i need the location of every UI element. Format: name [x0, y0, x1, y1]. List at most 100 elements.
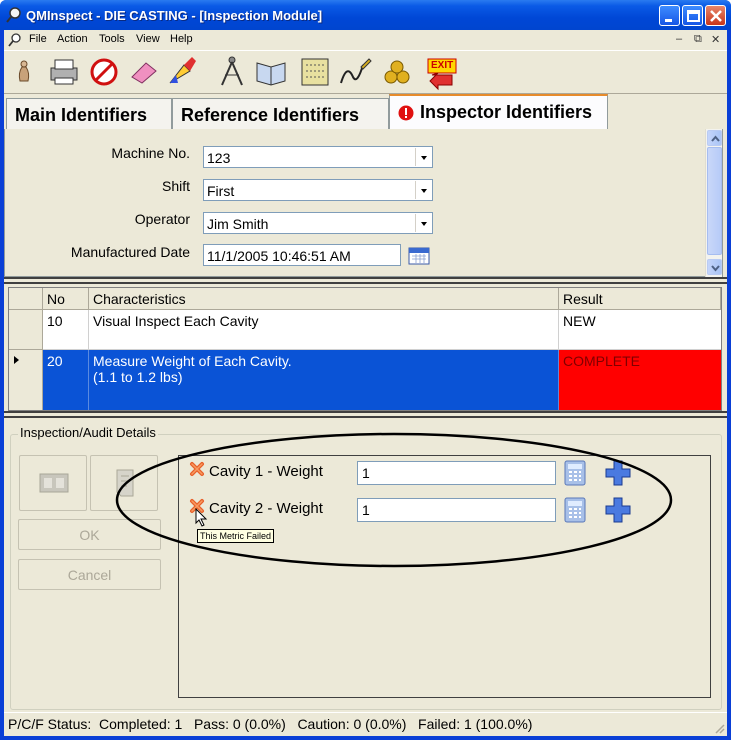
col-header-result[interactable]: Result: [559, 288, 721, 310]
cell-no: 20: [43, 350, 89, 410]
title-bar[interactable]: QMInspect - DIE CASTING - [Inspection Mo…: [0, 0, 731, 30]
exit-icon: [427, 58, 457, 91]
film-icon: [39, 473, 69, 493]
tab-inspector-identifiers[interactable]: Inspector Identifiers: [389, 94, 608, 130]
document-icon: [116, 469, 134, 497]
mdi-app-icon: [8, 33, 21, 47]
print-tool-button[interactable]: [46, 53, 82, 91]
date-field[interactable]: 11/1/2005 10:46:51 AM: [203, 244, 401, 266]
metric-input[interactable]: 1: [357, 498, 556, 522]
chevron-up-icon: [711, 135, 720, 142]
characteristic-line2: (1.1 to 1.2 lbs): [93, 369, 183, 385]
plus-icon[interactable]: [604, 496, 632, 524]
camera-button[interactable]: [19, 455, 87, 511]
menu-file[interactable]: File: [29, 33, 47, 45]
splitter-top[interactable]: [4, 277, 727, 284]
book-icon: [256, 62, 286, 86]
inspect-tool-button[interactable]: [6, 53, 42, 91]
plus-icon[interactable]: [604, 459, 632, 487]
mouse-cursor-icon: [195, 508, 208, 527]
current-row-icon: [14, 356, 19, 364]
machine-select[interactable]: 123: [203, 146, 433, 168]
ok-button[interactable]: OK: [18, 519, 161, 550]
data-icon: [301, 58, 329, 86]
app-icon: [6, 7, 21, 23]
maximize-button[interactable]: [682, 5, 703, 26]
client-area: File Action Tools View Help – ⧉ ✕ EXIT M…: [4, 30, 727, 736]
scroll-up-button[interactable]: [707, 130, 722, 146]
calculator-icon[interactable]: [564, 497, 586, 523]
mdi-restore-icon[interactable]: ⧉: [694, 33, 708, 46]
metric-label: Cavity 1 - Weight: [209, 463, 323, 480]
data-tool-button[interactable]: [297, 53, 333, 91]
date-label: Manufactured Date: [70, 244, 190, 260]
eraser-tool-button[interactable]: [126, 53, 162, 91]
signature-tool-button[interactable]: [337, 53, 373, 91]
operator-label: Operator: [134, 211, 190, 227]
alert-icon: [398, 105, 414, 121]
menu-view[interactable]: View: [136, 33, 160, 45]
tab-strip: Main Identifiers Reference Identifiers I…: [4, 94, 727, 130]
window-title: QMInspect - DIE CASTING - [Inspection Mo…: [26, 8, 323, 23]
menu-tools[interactable]: Tools: [99, 33, 125, 45]
cancel-button[interactable]: Cancel: [18, 559, 161, 590]
compass-tool-button[interactable]: [214, 53, 250, 91]
chevron-down-icon[interactable]: [415, 148, 431, 166]
metric-label: Cavity 2 - Weight: [209, 500, 323, 517]
calculator-icon[interactable]: [564, 460, 586, 486]
row-selector[interactable]: [9, 350, 43, 410]
row-selector-header: [9, 288, 43, 310]
metrics-panel: [178, 455, 711, 698]
calendar-icon[interactable]: [408, 245, 430, 265]
failed-x-icon: [190, 462, 204, 476]
metric-input[interactable]: 1: [357, 461, 556, 485]
close-icon: [710, 10, 722, 22]
identifiers-scrollbar[interactable]: [705, 129, 722, 277]
cell-characteristic: Visual Inspect Each Cavity: [89, 310, 559, 350]
cell-result: NEW: [559, 310, 721, 350]
minimize-button[interactable]: [659, 5, 680, 26]
details-title: Inspection/Audit Details: [18, 425, 158, 440]
application-window: QMInspect - DIE CASTING - [Inspection Mo…: [0, 0, 731, 740]
col-header-no[interactable]: No: [43, 288, 89, 310]
book-tool-button[interactable]: [253, 53, 289, 91]
signature-icon: [340, 58, 372, 84]
scroll-down-button[interactable]: [707, 259, 722, 275]
cancel-icon: [90, 58, 118, 86]
menu-help[interactable]: Help: [170, 33, 193, 45]
coins-tool-button[interactable]: [379, 53, 415, 91]
brush-tool-button[interactable]: [164, 53, 200, 91]
chevron-down-icon[interactable]: [415, 181, 431, 199]
shift-select[interactable]: First: [203, 179, 433, 201]
exit-tool-button[interactable]: EXIT: [424, 53, 460, 91]
shift-label: Shift: [161, 178, 190, 194]
operator-value: Jim Smith: [207, 216, 269, 232]
close-button[interactable]: [705, 5, 726, 26]
maximize-icon: [687, 10, 700, 22]
tab-main-identifiers[interactable]: Main Identifiers: [6, 98, 172, 130]
machine-label: Machine No.: [111, 145, 190, 161]
cancel-tool-button[interactable]: [86, 53, 122, 91]
tab-reference-label: Reference Identifiers: [181, 105, 360, 125]
shift-value: First: [207, 183, 235, 199]
document-button[interactable]: [90, 455, 158, 511]
splitter-bottom[interactable]: [4, 411, 727, 418]
brush-icon: [169, 57, 196, 84]
cell-result: COMPLETE: [559, 350, 721, 410]
mdi-minimize-icon[interactable]: –: [676, 33, 690, 46]
tab-main-label: Main Identifiers: [15, 105, 148, 125]
col-header-characteristics[interactable]: Characteristics: [89, 288, 559, 310]
menu-action[interactable]: Action: [57, 33, 88, 45]
scroll-thumb[interactable]: [707, 147, 722, 255]
characteristic-line1: Measure Weight of Each Cavity.: [93, 353, 292, 369]
chevron-down-icon[interactable]: [415, 214, 431, 232]
resize-grip-icon[interactable]: [713, 722, 725, 734]
machine-value: 123: [207, 150, 231, 166]
minimize-icon: [665, 19, 672, 22]
row-selector[interactable]: [9, 310, 43, 350]
tab-reference-identifiers[interactable]: Reference Identifiers: [172, 98, 389, 130]
mdi-close-icon[interactable]: ✕: [711, 33, 725, 46]
tooltip: This Metric Failed: [197, 529, 275, 543]
status-text: P/C/F Status: Completed: 1 Pass: 0 (0.0%…: [8, 716, 533, 732]
operator-select[interactable]: Jim Smith: [203, 212, 433, 234]
